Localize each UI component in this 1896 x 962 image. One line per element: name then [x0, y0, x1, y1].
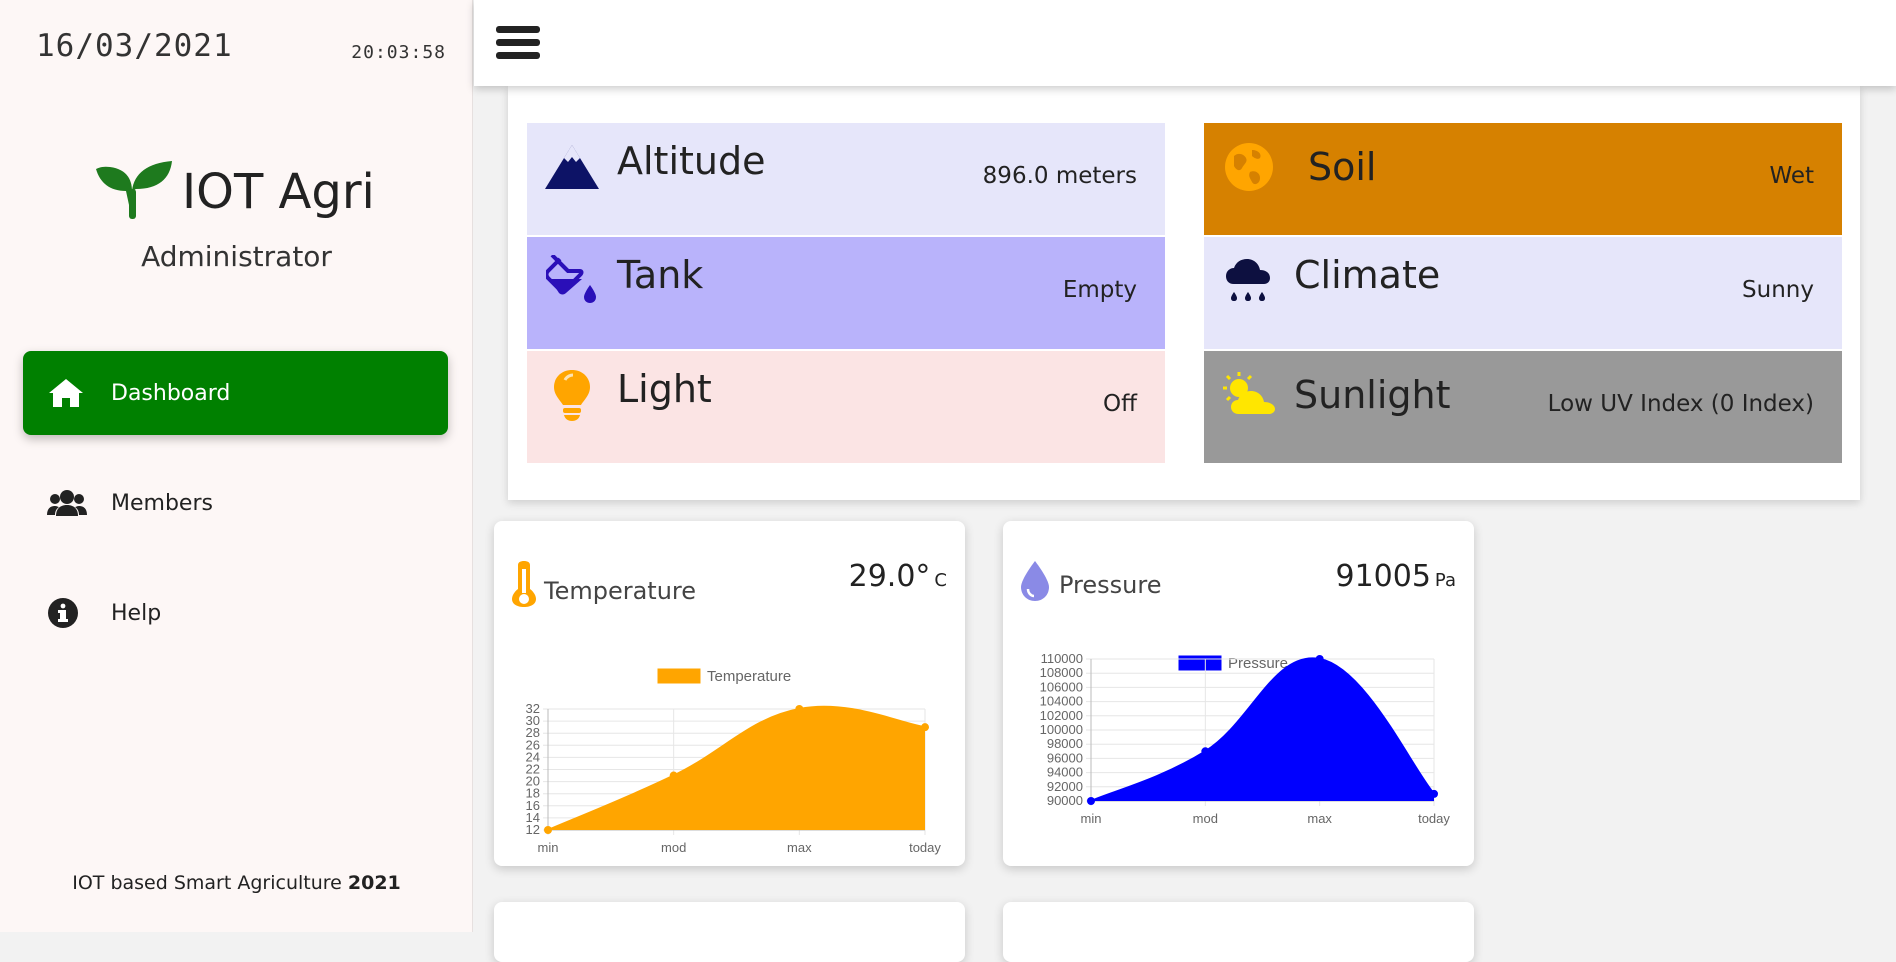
legend-label: Pressure: [1228, 655, 1288, 672]
y-tick-label: 102000: [1040, 708, 1083, 723]
sensor-card: [494, 902, 965, 962]
y-tick-label: 100000: [1040, 722, 1083, 737]
nav-members[interactable]: Members: [23, 461, 448, 545]
x-tick-label: max: [787, 840, 812, 855]
data-point: [1430, 789, 1438, 798]
pressure-title: Pressure: [1059, 571, 1162, 599]
y-tick-label: 92000: [1047, 779, 1083, 794]
pressure-value: 91005 Pa: [1335, 559, 1456, 594]
x-tick-label: max: [1307, 811, 1332, 826]
soil-value: Wet: [1769, 163, 1814, 189]
x-tick-label: min: [1081, 811, 1102, 826]
menu-toggle-button[interactable]: [496, 26, 540, 66]
temperature-unit: C: [934, 570, 947, 591]
pressure-chart: Pressure90000920009400096000980001000001…: [1040, 651, 1451, 826]
light-tile: Light Off: [527, 351, 1165, 463]
sunlight-value: Low UV Index (0 Index): [1547, 391, 1814, 417]
legend-swatch: [657, 668, 701, 684]
top-bar: [474, 0, 1896, 86]
soil-label: Soil: [1308, 145, 1377, 189]
nav-dashboard[interactable]: Dashboard: [23, 351, 448, 435]
tank-value: Empty: [1062, 277, 1137, 303]
y-tick-label: 104000: [1040, 694, 1083, 709]
pressure-card: Pressure 91005 Pa Pressure 90000 92000 94000…: [1003, 521, 1474, 866]
y-tick-label: 94000: [1047, 765, 1083, 780]
pressure-unit: Pa: [1434, 570, 1456, 591]
y-tick-label: 32: [526, 701, 540, 716]
home-icon: [47, 377, 87, 409]
clock-display: 20:03:58: [351, 42, 446, 63]
y-tick-label: 98000: [1047, 736, 1083, 751]
nav-help-label: Help: [111, 600, 162, 626]
footer-text: IOT based Smart Agriculture: [72, 872, 348, 894]
user-role: Administrator: [141, 240, 332, 273]
sunlight-tile: Sunlight Low UV Index (0 Index): [1204, 351, 1842, 463]
temperature-value: 29.0° C: [849, 559, 947, 594]
date-display: 16/03/2021: [36, 28, 233, 64]
cloud-rain-icon: [1218, 253, 1280, 309]
data-point: [1315, 655, 1324, 663]
brand: IOT Agri: [96, 150, 375, 220]
y-tick-label: 90000: [1047, 793, 1083, 808]
x-tick-label: mod: [1193, 811, 1218, 826]
mountain-icon: [541, 139, 603, 195]
x-tick-label: today: [909, 840, 941, 855]
soil-tile: Soil Wet: [1204, 123, 1842, 235]
pressure-number: 91005: [1335, 559, 1431, 594]
users-icon: [47, 487, 87, 519]
data-point: [1087, 797, 1095, 805]
sunlight-label: Sunlight: [1294, 373, 1451, 417]
y-tick-label: 96000: [1047, 750, 1083, 765]
series-area: [548, 706, 925, 830]
info-icon: [47, 597, 87, 629]
climate-tile: Climate Sunny: [1204, 237, 1842, 349]
data-point: [669, 771, 678, 780]
status-panel: Altitude 896.0 meters Tank Empty Light O…: [508, 86, 1860, 500]
seedling-icon: [96, 161, 172, 219]
temperature-number: 29.0°: [848, 559, 931, 594]
hamburger-line: [496, 39, 540, 46]
legend-swatch: [1178, 655, 1222, 671]
data-point: [544, 826, 552, 834]
y-tick-label: 106000: [1040, 679, 1083, 694]
temperature-title: Temperature: [544, 577, 697, 605]
data-point: [795, 705, 804, 713]
fill-drip-icon: [541, 253, 603, 309]
footer: IOT based Smart Agriculture 2021: [0, 872, 473, 894]
droplet-icon: [1021, 561, 1049, 605]
climate-label: Climate: [1294, 253, 1441, 297]
globe-icon: [1218, 139, 1280, 195]
hamburger-line: [496, 52, 540, 59]
nav-dashboard-label: Dashboard: [111, 380, 231, 406]
thermometer-icon: [512, 561, 536, 611]
brand-name: IOT Agri: [182, 164, 375, 220]
data-point: [1201, 747, 1210, 756]
sidebar: 16/03/2021 20:03:58 IOT Agri Administrat…: [0, 0, 473, 932]
nav-members-label: Members: [111, 490, 213, 516]
x-tick-label: today: [1418, 811, 1450, 826]
tank-tile: Tank Empty: [527, 237, 1165, 349]
altitude-label: Altitude: [617, 139, 766, 183]
sun-cloud-icon: [1218, 367, 1280, 423]
temperature-chart: Temperature1214161820222426283032min mod m…: [526, 668, 942, 855]
temperature-card: Temperature 29.0° C Temperature 12 14 16 18 20…: [494, 521, 965, 866]
y-tick-label: 108000: [1040, 665, 1083, 680]
tank-label: Tank: [617, 253, 704, 297]
footer-year: 2021: [347, 872, 401, 894]
nav-help[interactable]: Help: [23, 571, 448, 655]
data-point: [921, 723, 929, 732]
altitude-value: 896.0 meters: [982, 163, 1137, 189]
hamburger-icon: [496, 26, 540, 33]
light-value: Off: [1103, 391, 1137, 417]
lightbulb-icon: [541, 367, 603, 423]
y-tick-label: 110000: [1041, 651, 1083, 666]
legend-label: Temperature: [707, 668, 791, 685]
sensor-card: [1003, 902, 1474, 962]
altitude-tile: Altitude 896.0 meters: [527, 123, 1165, 235]
light-label: Light: [617, 367, 712, 411]
climate-value: Sunny: [1742, 277, 1814, 303]
x-tick-label: mod: [661, 840, 686, 855]
x-tick-label: min: [538, 840, 559, 855]
